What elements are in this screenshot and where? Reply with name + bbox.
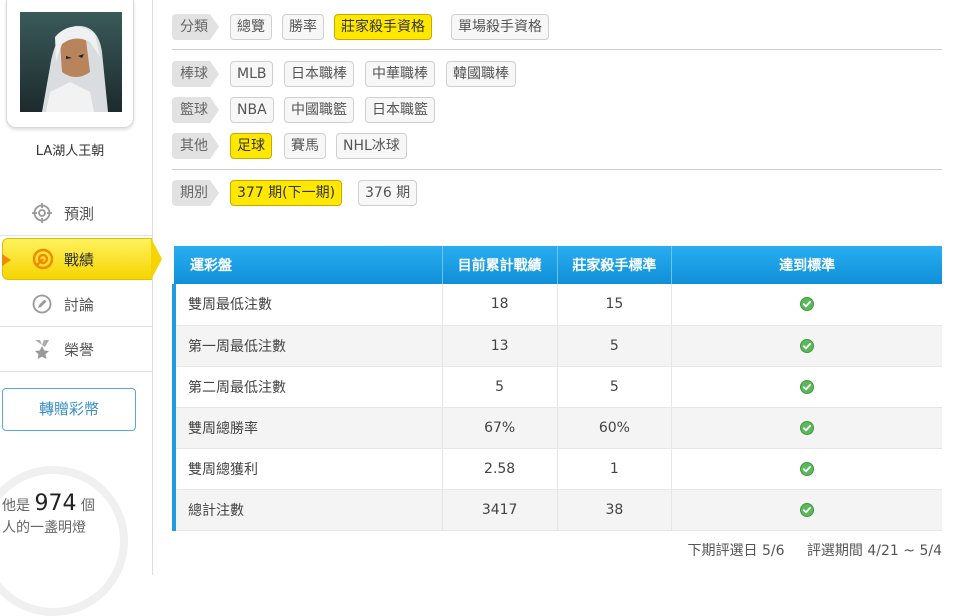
cell-current: 13 (441, 325, 558, 367)
filter-kbo[interactable]: 韓國職棒 (446, 61, 516, 87)
cell-current: 5 (441, 366, 558, 408)
cell-standard: 60% (556, 407, 672, 449)
filter-nba[interactable]: NBA (230, 97, 274, 123)
filter-label-period: 期別 (172, 180, 222, 206)
lamp-count: 974 (34, 491, 77, 516)
filter-bleague[interactable]: 日本職籃 (365, 97, 435, 123)
table-body: 雙周最低注數 18 15 第一周最低注數 13 5 第二周最低注數 5 5 雙周總勝率 67% 60%… (171, 284, 942, 531)
next-selection-date: 下期評選日 5/6 (687, 543, 785, 559)
cell-met (671, 284, 942, 326)
cell-current: 3417 (441, 489, 558, 531)
cell-met (671, 366, 942, 408)
cell-standard: 5 (556, 366, 672, 408)
filter-nhl[interactable]: NHL冰球 (336, 133, 407, 159)
check-circle-icon (800, 379, 815, 394)
filter-npb[interactable]: 日本職棒 (284, 61, 354, 87)
filter-label-baseball: 棒球 (172, 61, 222, 87)
cell-name: 雙周總勝率 (171, 407, 443, 449)
filter-win-rate[interactable]: 勝率 (282, 14, 324, 40)
table-row: 雙周最低注數 18 15 (171, 284, 942, 326)
cell-current: 67% (441, 407, 558, 449)
target-icon (32, 203, 52, 223)
username: LA湖人王朝 (35, 144, 105, 159)
filter-label-basketball: 籃球 (172, 97, 222, 123)
check-circle-icon (800, 297, 815, 312)
cell-standard: 38 (556, 489, 672, 531)
table-row: 第一周最低注數 13 5 (171, 325, 942, 367)
cell-current: 2.58 (441, 448, 558, 490)
cell-met (671, 407, 942, 449)
lamp-prefix: 他是 (2, 498, 30, 514)
check-circle-icon (800, 502, 815, 517)
filter-horse-racing[interactable]: 賽馬 (284, 133, 326, 159)
cell-name: 第一周最低注數 (171, 325, 443, 367)
cell-met (671, 448, 942, 490)
divider (0, 235, 153, 236)
sidebar-item-honor[interactable]: 榮譽 (0, 326, 153, 372)
lamp-ring-decoration (0, 466, 128, 616)
table-header-row: 運彩盤 目前累計戰績 莊家殺手標準 達到標準 (174, 246, 942, 284)
selection-period: 評選期間 4/21 ~ 5/4 (806, 543, 942, 559)
avatar-frame (6, 0, 134, 128)
lamp-count-text: 他是 974 個 人的一盞明燈 (2, 493, 95, 539)
filter-soccer[interactable]: 足球 (230, 133, 272, 159)
col-header-current: 目前累計戰績 (441, 246, 558, 284)
filter-single-killer[interactable]: 單場殺手資格 (451, 14, 549, 40)
divider (172, 169, 942, 170)
record-target-icon (32, 248, 54, 270)
col-header-met: 達到標準 (671, 246, 942, 284)
table-row: 總計注數 3417 38 (171, 489, 942, 531)
cell-met (671, 325, 942, 367)
check-circle-icon (800, 338, 815, 353)
check-circle-icon (800, 420, 815, 435)
cell-standard: 15 (556, 284, 672, 326)
schedule-note: 下期評選日 5/6 評選期間 4/21 ~ 5/4 (670, 540, 943, 560)
divider (172, 49, 942, 50)
cell-met (671, 489, 942, 531)
cell-name: 雙周總獲利 (171, 448, 443, 490)
period-377-next[interactable]: 377 期(下一期) (230, 180, 343, 206)
filter-banker-killer[interactable]: 莊家殺手資格 (334, 14, 432, 40)
divider (0, 371, 153, 372)
table-row: 雙周總獲利 2.58 1 (171, 448, 942, 490)
gift-coins-button[interactable]: 轉贈彩幣 (2, 388, 136, 431)
cell-standard: 1 (556, 448, 672, 490)
sidebar-item-label: 榮譽 (64, 341, 95, 359)
lamp-suffix: 人的一盞明燈 (2, 520, 86, 536)
filter-label-category: 分類 (172, 14, 222, 40)
filter-cpbl[interactable]: 中華職棒 (365, 61, 435, 87)
sidebar: LA湖人王朝 預測 戰績 討論 榮譽 轉贈彩幣 他是 974 個 人的一盞明燈 (0, 0, 162, 616)
cell-current: 18 (441, 284, 558, 326)
active-marker (2, 254, 11, 266)
table-row: 雙周總勝率 67% 60% (171, 407, 942, 449)
chat-pencil-icon (32, 294, 52, 314)
sidebar-item-prediction[interactable]: 預測 (0, 190, 153, 236)
sidebar-item-label: 預測 (64, 205, 95, 223)
cell-name: 總計注數 (171, 489, 443, 531)
period-376[interactable]: 376 期 (358, 180, 418, 206)
col-header-standard: 莊家殺手標準 (556, 246, 672, 284)
sidebar-item-record[interactable]: 戰績 (2, 238, 162, 280)
sidebar-item-label: 戰績 (64, 251, 95, 269)
cell-name: 雙周最低注數 (171, 284, 443, 326)
filter-cba[interactable]: 中國職籃 (284, 97, 354, 123)
cell-standard: 5 (556, 325, 672, 367)
check-circle-icon (800, 461, 815, 476)
cell-name: 第二周最低注數 (171, 366, 443, 408)
sidebar-item-discussion[interactable]: 討論 (0, 281, 153, 327)
medal-icon (32, 339, 52, 359)
col-header-market: 運彩盤 (174, 246, 443, 284)
filter-label-other: 其他 (172, 133, 222, 159)
sidebar-item-label: 討論 (64, 296, 95, 314)
qualification-table: 運彩盤 目前累計戰績 莊家殺手標準 達到標準 雙周最低注數 18 15 第一周最低注數… (171, 246, 942, 531)
avatar[interactable] (20, 12, 122, 112)
filter-overview[interactable]: 總覽 (230, 14, 272, 40)
filter-mlb[interactable]: MLB (230, 61, 274, 87)
lamp-unit: 個 (80, 498, 95, 514)
table-row: 第二周最低注數 5 5 (171, 366, 942, 408)
